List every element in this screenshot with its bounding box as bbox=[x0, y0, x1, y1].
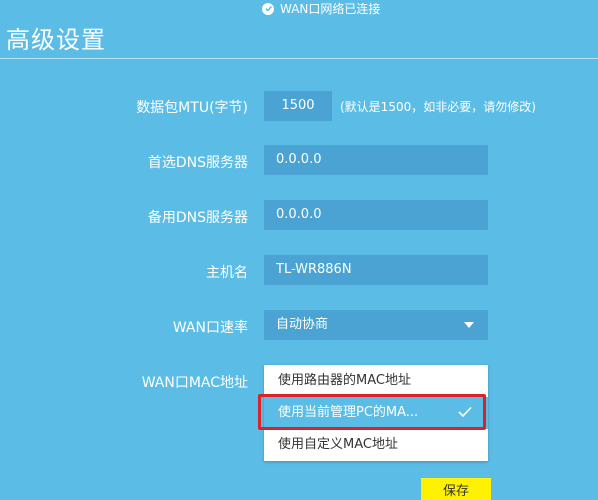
wan-speed-value: 自动协商 bbox=[276, 317, 329, 332]
hostname-label: 主机名 bbox=[206, 265, 248, 281]
mtu-input[interactable] bbox=[264, 91, 332, 121]
wan-mac-option-router[interactable]: 使用路由器的MAC地址 bbox=[264, 365, 488, 397]
wan-mac-dropdown: 使用路由器的MAC地址 使用当前管理PC的MA... 使用自定义MAC地址 bbox=[264, 365, 488, 461]
secondary-dns-label: 备用DNS服务器 bbox=[147, 210, 248, 226]
dropdown-arrow-icon bbox=[464, 322, 474, 328]
mtu-hint: (默认是1500，如非必要，请勿修改) bbox=[340, 100, 536, 114]
wan-speed-label: WAN口速率 bbox=[172, 320, 248, 336]
primary-dns-input[interactable] bbox=[264, 145, 488, 175]
secondary-dns-input[interactable] bbox=[264, 200, 488, 230]
wan-mac-option-current-pc-label: 使用当前管理PC的MA... bbox=[278, 405, 419, 420]
wan-mac-label: WAN口MAC地址 bbox=[141, 375, 248, 391]
wan-status: WAN口网络已连接 bbox=[262, 0, 380, 17]
wan-mac-option-current-pc[interactable]: 使用当前管理PC的MA... bbox=[264, 397, 488, 429]
page-title: 高级设置 bbox=[6, 26, 106, 54]
advanced-settings-page: WAN口网络已连接 高级设置 数据包MTU(字节) (默认是1500，如非必要，… bbox=[0, 0, 598, 500]
save-button[interactable]: 保存 bbox=[421, 478, 491, 500]
wan-mac-option-custom[interactable]: 使用自定义MAC地址 bbox=[264, 429, 488, 461]
check-circle-icon bbox=[262, 2, 274, 15]
mtu-label: 数据包MTU(字节) bbox=[136, 100, 248, 116]
primary-dns-label: 首选DNS服务器 bbox=[147, 155, 248, 171]
hostname-input[interactable] bbox=[264, 255, 488, 285]
checkmark-icon bbox=[458, 406, 472, 418]
title-divider bbox=[0, 58, 598, 59]
wan-status-text: WAN口网络已连接 bbox=[280, 2, 381, 16]
wan-speed-select[interactable]: 自动协商 bbox=[264, 310, 488, 340]
